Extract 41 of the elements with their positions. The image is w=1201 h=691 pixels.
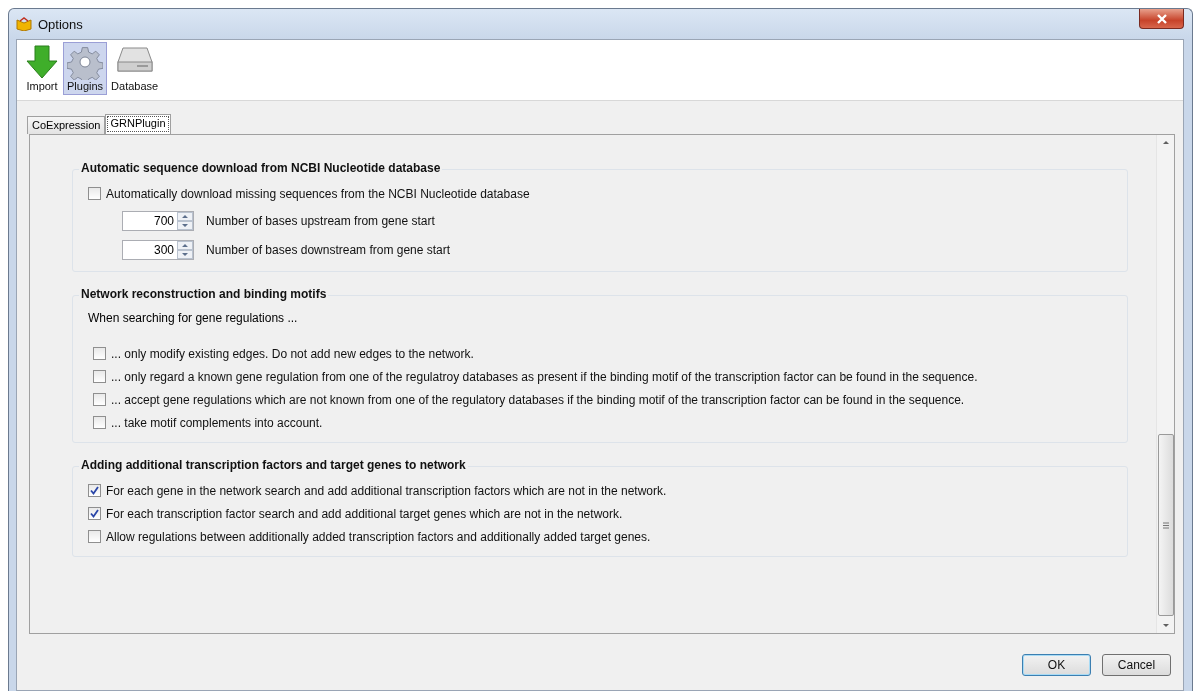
checkbox[interactable]	[93, 393, 106, 406]
spin-arrows-icon[interactable]	[177, 211, 193, 230]
checkbox[interactable]	[93, 347, 106, 360]
spin-label: Number of bases downstream from gene start	[206, 242, 451, 257]
checkbox[interactable]	[93, 370, 106, 383]
toolbar-button[interactable]: Import	[21, 42, 63, 95]
toolbar-button[interactable]: Database	[107, 42, 163, 95]
checkbox-label: Automatically download missing sequences from the NCBI Nucleotide database	[106, 186, 530, 201]
gear-icon	[67, 44, 104, 80]
checkbox[interactable]	[88, 530, 101, 543]
checkbox[interactable]	[88, 484, 101, 497]
tab[interactable]: CoExpression	[27, 116, 106, 134]
grip-icon	[1162, 521, 1169, 529]
close-icon	[1155, 13, 1168, 24]
app-icon	[16, 17, 32, 31]
group-title: Network reconstruction and binding motifs	[79, 287, 329, 301]
toolbar-button[interactable]: Plugins	[63, 42, 108, 95]
tab[interactable]: GRNPlugin	[105, 114, 171, 134]
checkbox-label: ... only modify existing edges. Do not add new edges to the network.	[111, 346, 474, 361]
checkbox-label: For each transcription factor search and add additional target genes which are not in the network.	[106, 506, 623, 521]
group-title: Adding additional transcription factors and target genes to network	[79, 458, 468, 472]
checkbox-label: For each gene in the network search and add additional transcription factors which are not in the network.	[106, 483, 667, 498]
scrollbar[interactable]	[1156, 135, 1174, 633]
checkbox-label: ... take motif complements into account.	[111, 415, 323, 430]
checkbox-label: ... only regard a known gene regulation from one of the regulatroy databases as present if the binding motif of the transcription factor can be found in the sequence.	[111, 369, 978, 384]
down-arrow-icon	[25, 44, 59, 80]
window-title: Options	[38, 16, 83, 32]
checkbox[interactable]	[88, 187, 101, 200]
description-text: When searching for gene regulations ...	[88, 310, 299, 327]
checkbox-label: Allow regulations between additionally added transcription factors and additionally added target genes.	[106, 529, 651, 544]
drive-icon	[116, 44, 153, 74]
spin-arrows-icon[interactable]	[177, 240, 193, 259]
checkbox[interactable]	[93, 416, 106, 429]
checkbox-label: ... accept gene regulations which are not known from one of the regulatory databases if the binding motif of the transcription factor can be found in the sequence.	[111, 392, 965, 407]
dialog-button[interactable]: OK	[1022, 654, 1091, 676]
group-title: Automatic sequence download from NCBI Nucleotide database	[79, 161, 443, 175]
dialog-button[interactable]: Cancel	[1102, 654, 1171, 676]
close-button[interactable]	[1139, 9, 1184, 29]
spin-label: Number of bases upstream from gene start	[206, 213, 435, 228]
checkbox[interactable]	[88, 507, 101, 520]
scroll-thumb[interactable]	[1157, 434, 1174, 616]
